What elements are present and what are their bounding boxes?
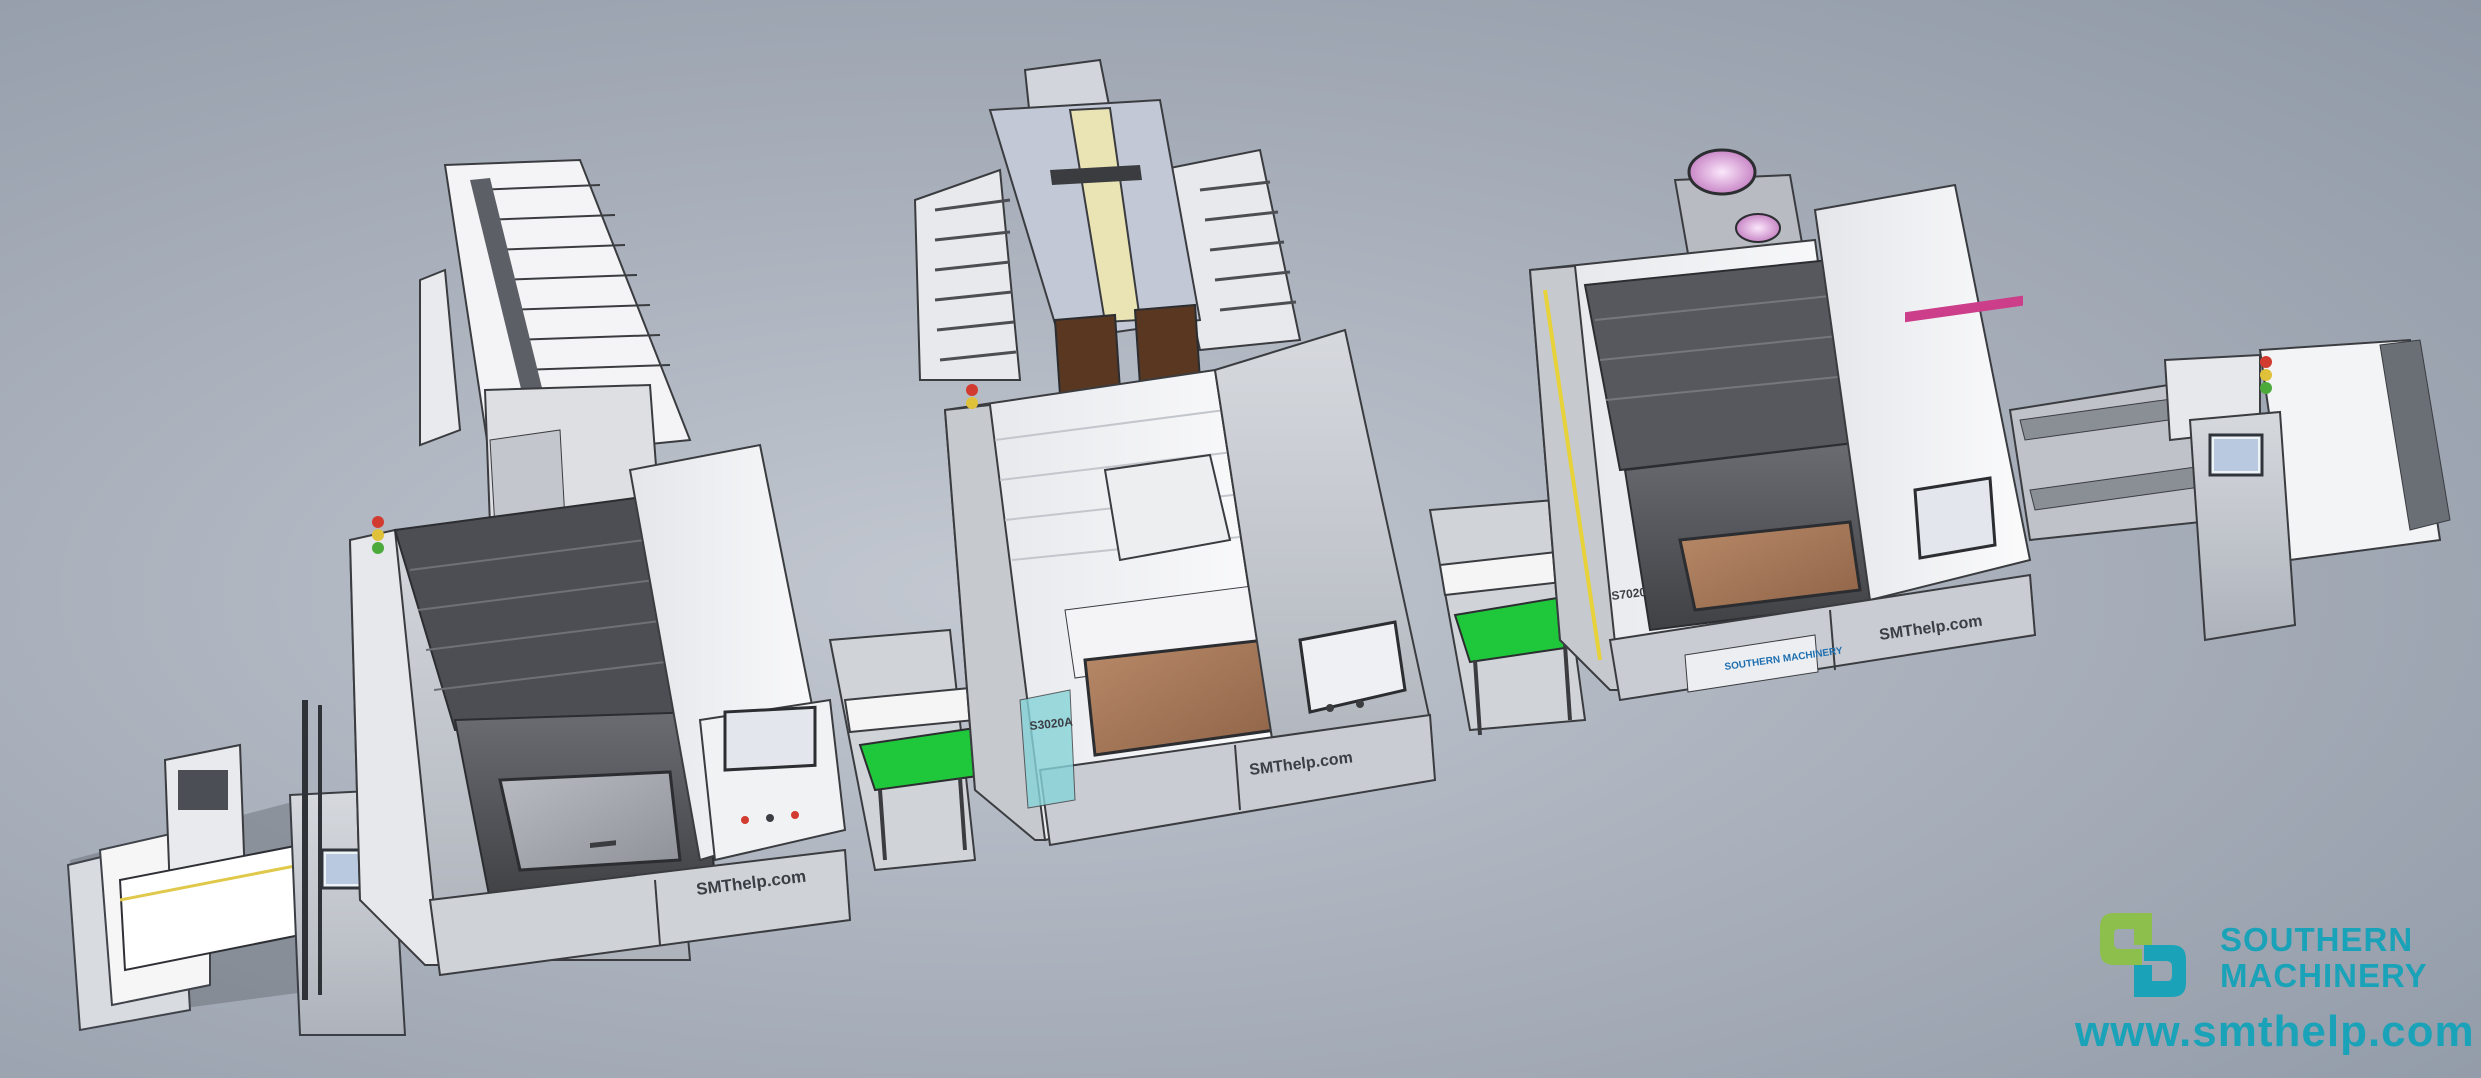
sm-logo-mark-icon: [2100, 913, 2186, 997]
conveyor-shuttle-1: [828, 628, 987, 872]
solder-paste-printer: SMThelp.com: [348, 158, 852, 977]
logo-text-southern: SOUTHERN: [2220, 921, 2414, 958]
board-unloader: [2008, 338, 2451, 642]
spi-inspection-machine: S3020A SMThelp.com: [913, 58, 1437, 847]
logo-text-machinery: MACHINERY: [2220, 957, 2428, 994]
southern-machinery-logo: SOUTHERN MACHINERY: [2090, 905, 2460, 1015]
aoi-inspection-machine: SOUTHERN MACHINERY S7020 SMThelp.com: [1528, 148, 2037, 702]
website-url-link[interactable]: www.smthelp.com: [2075, 1010, 2475, 1054]
board-loader: [66, 700, 407, 1036]
